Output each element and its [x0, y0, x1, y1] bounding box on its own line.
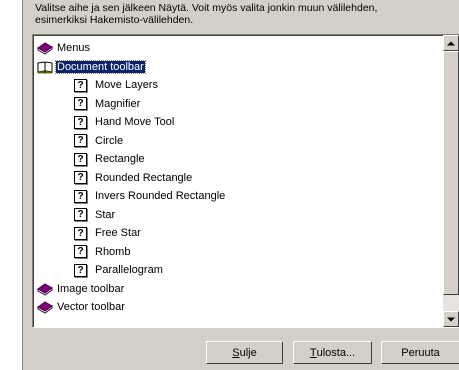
help-topic-icon: ?	[74, 189, 87, 203]
help-topic-icon: ?	[74, 97, 87, 111]
help-topics-dialog: Valitse aihe ja sen jälkeen Näytä. Voit …	[22, 0, 459, 370]
topic-label: Star	[95, 208, 116, 221]
topic-rectangle[interactable]: ? Rectangle	[33, 150, 442, 169]
topic-vector-toolbar[interactable]: Vector toolbar	[33, 298, 442, 317]
scroll-thumb[interactable]	[443, 51, 459, 295]
close-button[interactable]: Sulje	[206, 341, 283, 364]
topic-label: Magnifier	[95, 97, 141, 110]
print-mnemonic: T	[309, 346, 317, 359]
close-label-rest: ulje	[239, 346, 257, 359]
instructions-line-2: esimerkiksi Hakemisto-välilehden.	[35, 14, 194, 26]
topic-label: Free Star	[95, 227, 141, 240]
topic-rhomb[interactable]: ? Rhomb	[33, 243, 442, 262]
topic-label: Hand Move Tool	[95, 116, 175, 129]
open-book-icon	[37, 61, 53, 74]
scroll-down-button[interactable]	[443, 311, 459, 327]
help-topic-icon: ?	[74, 208, 87, 222]
topic-rounded-rectangle[interactable]: ? Rounded Rectangle	[33, 169, 442, 188]
help-topic-icon: ?	[74, 171, 87, 185]
instructions-line-1: Valitse aihe ja sen jälkeen Näytä. Voit …	[35, 2, 378, 14]
arrow-down-icon	[447, 317, 455, 321]
help-topic-icon: ?	[74, 78, 87, 92]
print-label-rest: ulosta...	[316, 346, 356, 359]
topic-label: Rhomb	[95, 245, 131, 258]
dialog-buttons: Sulje Tulosta... Peruuta	[23, 341, 459, 364]
cancel-button[interactable]: Peruuta	[381, 341, 459, 364]
topic-label: Move Layers	[95, 79, 158, 92]
vertical-scrollbar[interactable]	[443, 35, 459, 327]
topic-label: Rectangle	[95, 153, 145, 166]
help-topic-icon: ?	[74, 263, 87, 277]
book-icon	[37, 301, 53, 314]
cancel-label: Peruuta	[401, 346, 440, 359]
arrow-up-icon	[447, 41, 455, 45]
topic-parallelogram[interactable]: ? Parallelogram	[33, 261, 442, 280]
help-topic-icon: ?	[74, 115, 87, 129]
topic-image-toolbar[interactable]: Image toolbar	[33, 280, 442, 299]
topic-hand-move-tool[interactable]: ? Hand Move Tool	[33, 113, 442, 132]
help-topic-icon: ?	[74, 152, 87, 166]
book-icon	[37, 42, 53, 55]
topic-star[interactable]: ? Star	[33, 206, 442, 225]
help-topic-icon: ?	[74, 134, 87, 148]
topic-label: Vector toolbar	[57, 301, 125, 314]
topic-label: Image toolbar	[57, 282, 125, 295]
book-icon	[37, 283, 53, 296]
topics-tree[interactable]: Menus Document toolbar ? Move Layers ? M…	[32, 34, 459, 328]
topic-invers-rounded-rectangle[interactable]: ? Invers Rounded Rectangle	[33, 187, 442, 206]
topic-move-layers[interactable]: ? Move Layers	[33, 76, 442, 95]
topic-circle[interactable]: ? Circle	[33, 132, 442, 151]
print-button[interactable]: Tulosta...	[293, 341, 372, 364]
topics-list: Menus Document toolbar ? Move Layers ? M…	[33, 39, 442, 317]
topic-menus[interactable]: Menus	[33, 39, 442, 58]
topic-document-toolbar[interactable]: Document toolbar	[33, 58, 442, 77]
topic-magnifier[interactable]: ? Magnifier	[33, 95, 442, 114]
topic-label: Circle	[95, 134, 124, 147]
topic-label: Parallelogram	[95, 264, 163, 277]
help-topic-icon: ?	[74, 226, 87, 240]
help-topic-icon: ?	[74, 245, 87, 259]
scroll-up-button[interactable]	[443, 35, 459, 51]
topic-label: Menus	[57, 42, 91, 55]
topic-label: Invers Rounded Rectangle	[95, 190, 226, 203]
instructions-text: Valitse aihe ja sen jälkeen Näytä. Voit …	[35, 2, 455, 26]
topic-label: Document toolbar	[55, 59, 146, 74]
close-mnemonic: S	[232, 346, 240, 359]
topic-label: Rounded Rectangle	[95, 171, 193, 184]
topic-free-star[interactable]: ? Free Star	[33, 224, 442, 243]
